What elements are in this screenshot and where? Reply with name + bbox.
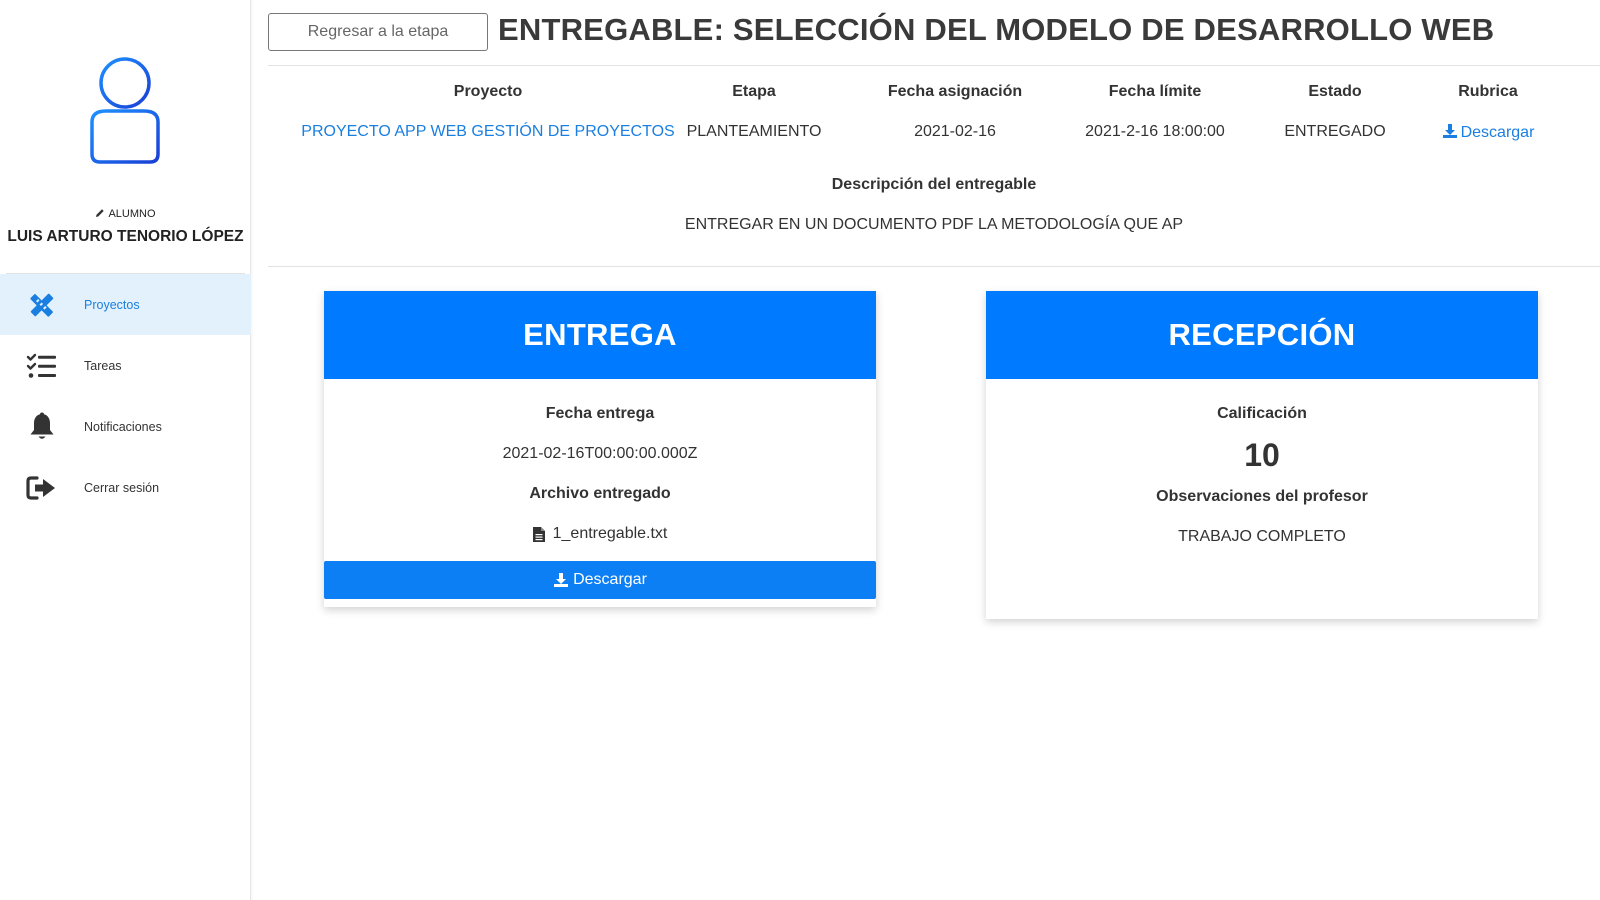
info-value: PLANTEAMIENTO [686, 123, 822, 140]
user-role: ALUMNO [0, 208, 251, 220]
info-header: Estado [1308, 83, 1362, 100]
user-avatar-icon [90, 57, 160, 164]
bell-icon [0, 412, 84, 442]
description-text: ENTREGAR EN UN DOCUMENTO PDF LA METODOLO… [684, 216, 1184, 233]
sidebar-item-notificaciones[interactable]: Notificaciones [0, 396, 251, 457]
delivery-date-label: Fecha entrega [545, 405, 655, 422]
delivery-card-title: ENTREGA [324, 291, 876, 379]
project-link[interactable]: PROYECTO APP WEB GESTIÓN DE PROYECTOS [288, 123, 688, 141]
delivered-file: 1_entregable.txt [324, 525, 876, 543]
sidebar-item-label: Proyectos [84, 297, 140, 312]
description-header: Descripción del entregable [831, 176, 1037, 193]
sidebar-item-label: Notificaciones [84, 419, 162, 434]
page-title: ENTREGABLE: SELECCIÓN DEL MODELO DE DESA… [498, 12, 1495, 47]
rubric-download-link[interactable]: Descargar [1418, 123, 1558, 142]
download-icon [554, 573, 569, 587]
delivery-date-value: 2021-02-16T00:00:00.000Z [502, 445, 698, 462]
task-list-icon [0, 353, 84, 379]
reception-card-title: RECEPCIÓN [986, 291, 1538, 379]
header-divider [268, 65, 1600, 66]
sidebar-item-cerrar-sesion[interactable]: Cerrar sesión [0, 457, 251, 518]
download-delivery-button[interactable]: Descargar [324, 561, 876, 599]
info-header: Proyecto [453, 83, 523, 100]
info-value: 2021-2-16 18:00:00 [1085, 123, 1225, 140]
role-label: ALUMNO [108, 208, 156, 220]
sidebar-item-proyectos[interactable]: Proyectos [0, 274, 251, 335]
back-to-stage-button[interactable]: Regresar a la etapa [268, 13, 488, 51]
sidebar-nav: Proyectos Tareas Notificaciones Cerrar s… [0, 274, 251, 518]
info-value: 2021-02-16 [914, 123, 996, 140]
info-header: Fecha asignación [887, 83, 1023, 100]
pencil-ruler-icon [0, 289, 84, 321]
pencil-icon [96, 209, 105, 217]
grade-value: 10 [1244, 437, 1280, 473]
status-value: ENTREGADO [1284, 123, 1386, 140]
download-icon [1442, 124, 1457, 138]
delivery-card: ENTREGA Fecha entrega 2021-02-16T00:00:0… [324, 291, 876, 607]
info-header: Rubrica [1458, 83, 1518, 100]
teacher-notes-value: TRABAJO COMPLETO [1178, 528, 1346, 545]
sidebar-item-tareas[interactable]: Tareas [0, 335, 251, 396]
grade-label: Calificación [1217, 405, 1307, 422]
rubric-download-label: Descargar [1460, 124, 1535, 141]
delivered-file-name: 1_entregable.txt [552, 525, 668, 542]
sidebar-item-label: Tareas [84, 358, 122, 373]
logout-icon [0, 475, 84, 501]
download-delivery-label: Descargar [573, 571, 647, 588]
info-header: Etapa [732, 83, 776, 100]
delivered-file-label: Archivo entregado [529, 485, 671, 502]
info-header: Fecha límite [1108, 83, 1202, 100]
main-content: Regresar a la etapa ENTREGABLE: SELECCIÓ… [268, 0, 1600, 900]
file-icon [532, 526, 545, 542]
user-name: LUIS ARTURO TENORIO LÓPEZ [7, 228, 244, 245]
sidebar: ALUMNO LUIS ARTURO TENORIO LÓPEZ Proyect… [0, 0, 251, 900]
info-divider [268, 266, 1600, 267]
teacher-notes-label: Observaciones del profesor [1156, 488, 1368, 505]
sidebar-item-label: Cerrar sesión [84, 480, 160, 495]
reception-card: RECEPCIÓN Calificación 10 Observaciones … [986, 291, 1538, 619]
